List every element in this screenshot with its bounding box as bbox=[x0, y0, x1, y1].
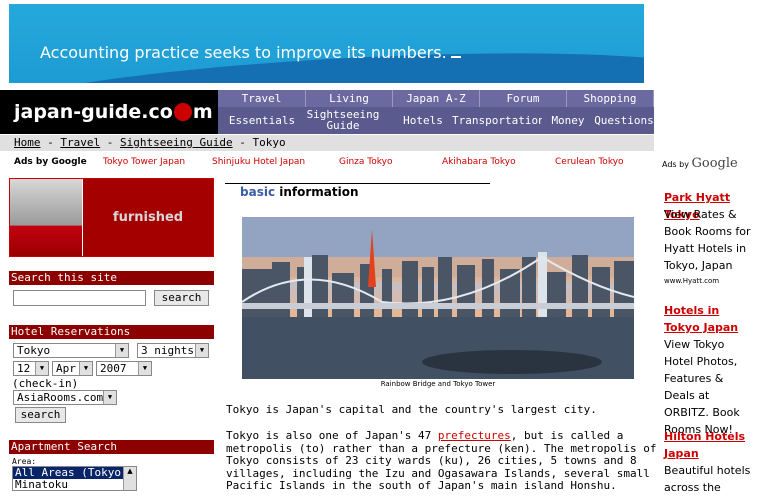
apartment-heading: Apartment Search bbox=[9, 440, 214, 454]
dropdown-arrow-icon: ▼ bbox=[195, 344, 208, 357]
top-banner-ad[interactable]: Accounting practice seeks to improve its… bbox=[9, 4, 644, 83]
ad-link[interactable]: Akihabara Tokyo bbox=[442, 157, 516, 167]
nav-shopping[interactable]: Shopping bbox=[567, 90, 654, 107]
nav-transportation[interactable]: Transportation bbox=[452, 107, 545, 134]
dropdown-arrow-icon: ▼ bbox=[103, 391, 116, 404]
city-select[interactable]: Tokyo ▼ bbox=[13, 343, 129, 358]
furnished-photo bbox=[10, 179, 82, 256]
nav-gap bbox=[446, 107, 452, 134]
breadcrumb-current: Tokyo bbox=[252, 136, 286, 149]
logo-dot-icon bbox=[173, 103, 192, 121]
right-ads-label: Ads by Google bbox=[662, 156, 738, 171]
dropdown-arrow-icon: ▼ bbox=[35, 362, 48, 375]
breadcrumb: Home - Travel - Sightseeing Guide - Toky… bbox=[0, 135, 654, 151]
nav-travel[interactable]: Travel bbox=[218, 90, 306, 107]
furnished-ad[interactable]: furnished bbox=[9, 178, 214, 257]
paragraph-1: Tokyo is Japan's capital and the country… bbox=[226, 403, 597, 416]
search-heading: Search this site bbox=[9, 271, 214, 285]
info-divider bbox=[225, 183, 490, 184]
nav-forum[interactable]: Forum bbox=[480, 90, 567, 107]
google-logo: Google bbox=[691, 156, 738, 171]
search-input[interactable] bbox=[13, 290, 146, 306]
ad-body-hotels-tokyo: View Tokyo Hotel Photos, Features & Deal… bbox=[664, 338, 740, 436]
nav-gap bbox=[588, 107, 594, 134]
ad-url-park-hyatt[interactable]: www.Hyatt.com bbox=[664, 277, 719, 285]
rainbow-bridge-photo bbox=[242, 217, 634, 379]
paragraph-2: Tokyo is also one of Japan's 47 prefectu… bbox=[226, 429, 657, 492]
ad-link[interactable]: Tokyo Tower Japan bbox=[103, 157, 185, 167]
nav-gap bbox=[380, 107, 400, 134]
city-photo-svg bbox=[242, 217, 634, 379]
provider-select[interactable]: AsiaRooms.com ▼ bbox=[13, 390, 117, 405]
dropdown-arrow-icon: ▼ bbox=[79, 362, 92, 375]
area-label: Area: bbox=[12, 457, 37, 466]
nav-money[interactable]: Money bbox=[548, 107, 588, 134]
nav-gap bbox=[542, 107, 548, 134]
nav-questions[interactable]: Questions bbox=[594, 107, 654, 134]
year-select[interactable]: 2007 ▼ bbox=[96, 361, 152, 376]
breadcrumb-home[interactable]: Home bbox=[14, 136, 41, 149]
hotel-search-button[interactable]: search bbox=[15, 407, 66, 423]
dropdown-arrow-icon: ▼ bbox=[138, 362, 151, 375]
site-logo[interactable]: japan-guide.co m bbox=[0, 90, 218, 134]
dropdown-arrow-icon: ▼ bbox=[115, 344, 128, 357]
furnished-text: furnished bbox=[83, 179, 213, 256]
month-select[interactable]: Apr ▼ bbox=[52, 361, 93, 376]
breadcrumb-travel[interactable]: Travel bbox=[60, 136, 100, 149]
nav-living[interactable]: Living bbox=[306, 90, 393, 107]
ad-body-hilton: Beautiful hotels across the bbox=[664, 464, 751, 494]
search-button[interactable]: search bbox=[154, 290, 209, 306]
nav-japan-az[interactable]: Japan A-Z bbox=[393, 90, 480, 107]
day-select[interactable]: 12 ▼ bbox=[13, 361, 49, 376]
section-title: basic information bbox=[240, 185, 359, 199]
photo-caption: Rainbow Bridge and Tokyo Tower bbox=[380, 380, 496, 388]
ad-link[interactable]: Shinjuku Hotel Japan bbox=[212, 157, 305, 167]
ad-link[interactable]: Cerulean Tokyo bbox=[555, 157, 624, 167]
banner-text: Accounting practice seeks to improve its… bbox=[40, 42, 461, 62]
area-listbox[interactable]: All Areas (Tokyo) Minatoku ▲ bbox=[12, 466, 137, 491]
nav-hotels[interactable]: Hotels bbox=[400, 107, 446, 134]
prefectures-link[interactable]: prefectures bbox=[438, 429, 511, 442]
nav-sightseeing-guide[interactable]: Sightseeing Guide bbox=[306, 107, 380, 134]
ad-body-park-hyatt: View Rates & Book Rooms for Hyatt Hotels… bbox=[664, 208, 751, 272]
ad-link[interactable]: Ginza Tokyo bbox=[339, 157, 392, 167]
breadcrumb-sightseeing[interactable]: Sightseeing Guide bbox=[120, 136, 233, 149]
area-option[interactable]: Minatoku bbox=[13, 479, 136, 491]
nights-select[interactable]: 3 nights ▼ bbox=[137, 343, 209, 358]
nav-essentials[interactable]: Essentials bbox=[218, 107, 306, 134]
checkin-label: (check-in) bbox=[12, 377, 79, 390]
ad-title-hotels-tokyo[interactable]: Hotels in Tokyo Japan bbox=[664, 302, 756, 336]
ads-by-google-label: Ads by Google bbox=[14, 157, 87, 167]
ad-title-hilton[interactable]: Hilton Hotels Japan bbox=[664, 428, 756, 462]
hotel-heading: Hotel Reservations bbox=[9, 325, 214, 339]
ads-row: Ads by Google Tokyo Tower Japan Shinjuku… bbox=[0, 154, 654, 170]
